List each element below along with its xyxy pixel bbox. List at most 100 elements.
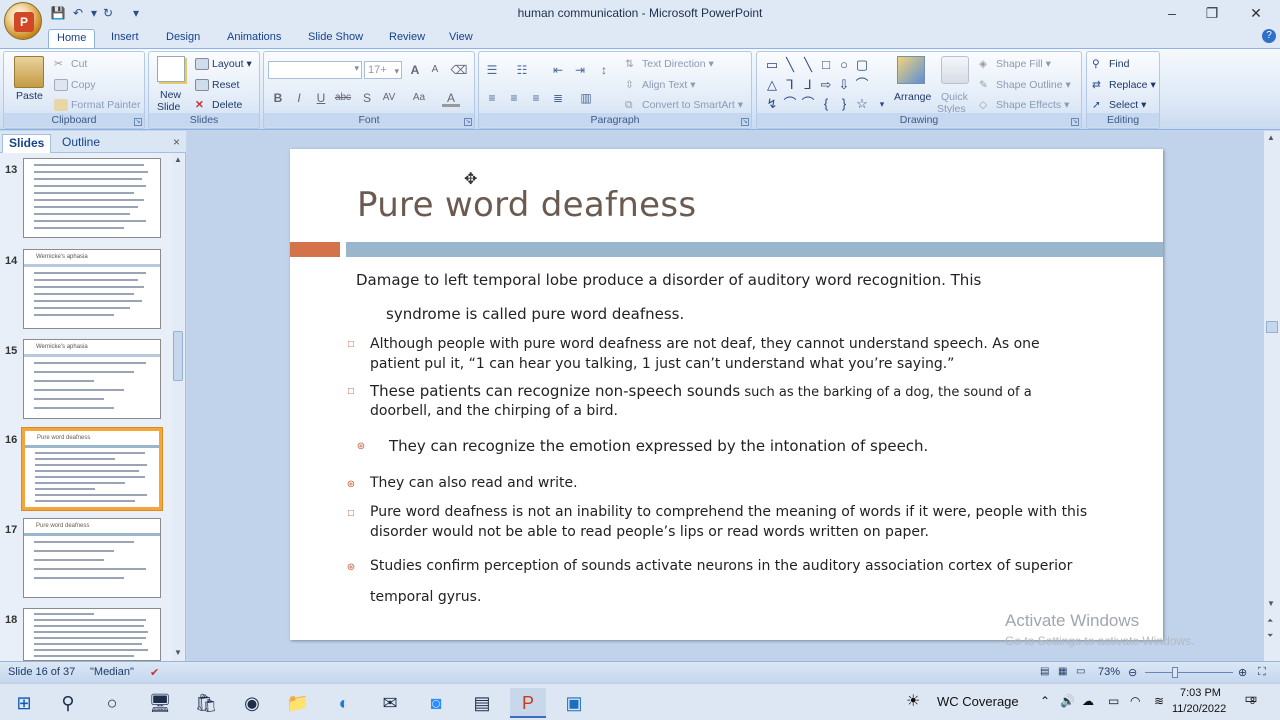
- line-spacing-icon[interactable]: ↕: [595, 61, 613, 79]
- find-button[interactable]: ⚲ Find: [1092, 58, 1129, 70]
- drawing-launcher-icon[interactable]: ↘: [1071, 118, 1079, 126]
- edge-icon[interactable]: ◐: [326, 688, 362, 718]
- app-window-icon[interactable]: ▣: [556, 688, 592, 718]
- weather-icon[interactable]: ☀: [906, 691, 920, 711]
- shapes-more-icon[interactable]: ▾: [875, 97, 889, 111]
- shape-arc-icon[interactable]: ⌒: [783, 97, 797, 111]
- bullet-3[interactable]: They can recognize the emotion expressed…: [389, 437, 928, 455]
- zoom-out-icon[interactable]: ⊖: [1128, 666, 1137, 679]
- tab-animations[interactable]: Animations: [227, 29, 281, 48]
- new-slide-label-1[interactable]: New: [160, 89, 181, 101]
- tab-home[interactable]: Home: [48, 29, 96, 48]
- shape-line2-icon[interactable]: ╲: [801, 58, 815, 72]
- tab-slide-show[interactable]: Slide Show: [308, 29, 363, 48]
- network-icon[interactable]: ◠: [1130, 694, 1140, 708]
- previous-slide-icon[interactable]: ⏶: [1267, 616, 1273, 626]
- cut-button[interactable]: ✂ Cut: [54, 58, 87, 70]
- shape-line-icon[interactable]: ╲: [783, 58, 797, 72]
- slide-thumbnail[interactable]: Wernicke's aphasia: [23, 339, 161, 419]
- tab-outline[interactable]: Outline: [56, 134, 106, 153]
- shape-star-icon[interactable]: ☆: [855, 97, 869, 111]
- shape-textbox-icon[interactable]: ▭: [765, 58, 779, 72]
- slide-thumbnail[interactable]: [23, 608, 161, 661]
- font-launcher-icon[interactable]: ↘: [464, 118, 472, 126]
- slide-thumbnail[interactable]: [23, 158, 161, 238]
- copy-button[interactable]: Copy: [54, 79, 96, 92]
- font-name-combo[interactable]: ▾: [268, 61, 362, 79]
- convert-smartart-button[interactable]: ⧉ Convert to SmartArt ▾: [625, 99, 743, 111]
- align-text-button[interactable]: ⇳ Align Text ▾: [625, 79, 696, 91]
- delete-slide-button[interactable]: ✕ Delete: [195, 99, 242, 111]
- char-spacing-icon[interactable]: AV: [380, 89, 398, 107]
- shape-fill-button[interactable]: ◈ Shape Fill ▾: [979, 58, 1051, 70]
- scrollbar-thumb[interactable]: [1266, 321, 1278, 333]
- file-explorer-icon[interactable]: 📁: [280, 688, 316, 718]
- wifi-icon[interactable]: ≋: [1154, 694, 1164, 708]
- tab-view[interactable]: View: [449, 29, 473, 48]
- intro-line-1[interactable]: Damage to left temporal lobe produce a d…: [356, 271, 981, 289]
- store-icon[interactable]: 🛍: [188, 688, 224, 718]
- office-button[interactable]: P: [4, 2, 42, 40]
- bullet-1-line-2[interactable]: patient pul it, “1 can hear you talking,…: [370, 356, 954, 372]
- font-name-dropdown-icon[interactable]: ▾: [354, 63, 359, 74]
- shape-outline-button[interactable]: ✎ Shape Outline ▾: [979, 79, 1071, 91]
- shadow-icon[interactable]: S: [358, 89, 376, 107]
- slide-sorter-icon[interactable]: ▦: [1058, 666, 1067, 677]
- zoom-in-icon[interactable]: ⊕: [1238, 666, 1247, 679]
- shape-down-arrow-icon[interactable]: ⇩: [837, 78, 851, 92]
- tab-slides[interactable]: Slides: [2, 134, 52, 153]
- quick-styles-icon[interactable]: [941, 56, 969, 84]
- strikethrough-icon[interactable]: abc: [334, 89, 352, 107]
- spellcheck-icon[interactable]: ✔: [150, 666, 159, 679]
- tab-review[interactable]: Review: [389, 29, 425, 48]
- search-icon[interactable]: ⚲: [50, 688, 86, 718]
- help-icon[interactable]: ?: [1262, 29, 1276, 43]
- align-left-icon[interactable]: ≡: [483, 89, 501, 107]
- clear-formatting-icon[interactable]: ⌫: [450, 61, 468, 79]
- text-direction-button[interactable]: ⇅ Text Direction ▾: [625, 58, 714, 70]
- tray-chevron-icon[interactable]: ⌃: [1040, 694, 1050, 708]
- restore-button[interactable]: ❐: [1192, 3, 1232, 23]
- align-right-icon[interactable]: ≡: [527, 89, 545, 107]
- intro-line-2[interactable]: syndrome is called pure word deafness.: [386, 305, 684, 323]
- slide-title[interactable]: Pure word deafness: [357, 185, 696, 225]
- select-button[interactable]: ➚ Select ▾: [1092, 99, 1146, 111]
- shape-curve-icon[interactable]: ⌒: [855, 78, 869, 92]
- powerpoint-taskbar-icon[interactable]: P: [510, 688, 546, 718]
- bullets-icon[interactable]: ☰: [483, 61, 501, 79]
- bullet-4[interactable]: They can also read and write.: [370, 475, 578, 491]
- font-color-icon[interactable]: A: [442, 89, 460, 107]
- minimize-button[interactable]: –: [1152, 3, 1192, 23]
- weather-text[interactable]: WC Coverage: [937, 694, 1019, 709]
- slide[interactable]: Pure word deafness Damage to left tempor…: [290, 149, 1163, 640]
- save-icon[interactable]: 💾: [50, 5, 66, 21]
- paste-icon[interactable]: [14, 56, 44, 88]
- shape-brace-left-icon[interactable]: {: [819, 97, 833, 111]
- tab-design[interactable]: Design: [166, 29, 200, 48]
- numbering-icon[interactable]: ☷: [513, 61, 531, 79]
- change-case-icon[interactable]: Aa: [410, 89, 428, 107]
- new-slide-label-2[interactable]: Slide: [157, 101, 180, 113]
- chrome-icon[interactable]: ◉: [234, 688, 270, 718]
- shape-roundrect-icon[interactable]: ▢: [855, 58, 869, 72]
- slide-scrollbar[interactable]: ▲ ▼ ⏶ ⏷: [1264, 131, 1280, 661]
- quick-styles-label-1[interactable]: Quick: [941, 91, 968, 103]
- shape-triangle-icon[interactable]: △: [765, 78, 779, 92]
- paste-button[interactable]: Paste: [16, 90, 43, 102]
- italic-icon[interactable]: I: [290, 89, 308, 107]
- scroll-up-icon[interactable]: ▲: [1267, 133, 1275, 142]
- scroll-down-icon[interactable]: ▼: [173, 648, 183, 657]
- justify-icon[interactable]: ≣: [549, 89, 567, 107]
- clock-date[interactable]: 11/20/2022: [1172, 703, 1226, 715]
- onedrive-icon[interactable]: ☁: [1082, 694, 1094, 708]
- customize-qat-icon[interactable]: ▾: [128, 5, 144, 21]
- shape-oval-icon[interactable]: ○: [837, 58, 851, 72]
- zoom-meeting-icon[interactable]: ◙: [418, 688, 454, 718]
- redo-icon[interactable]: ↻: [100, 5, 116, 21]
- undo-icon[interactable]: ↶: [70, 5, 86, 21]
- shape-right-arrow-icon[interactable]: ⇨: [819, 78, 833, 92]
- tab-insert[interactable]: Insert: [111, 29, 139, 48]
- slide-thumbnail-selected[interactable]: Pure word deafness: [22, 428, 162, 510]
- align-center-icon[interactable]: ≡: [505, 89, 523, 107]
- bullet-5-line-1[interactable]: Pure word deafness is not an inability t…: [370, 504, 1087, 520]
